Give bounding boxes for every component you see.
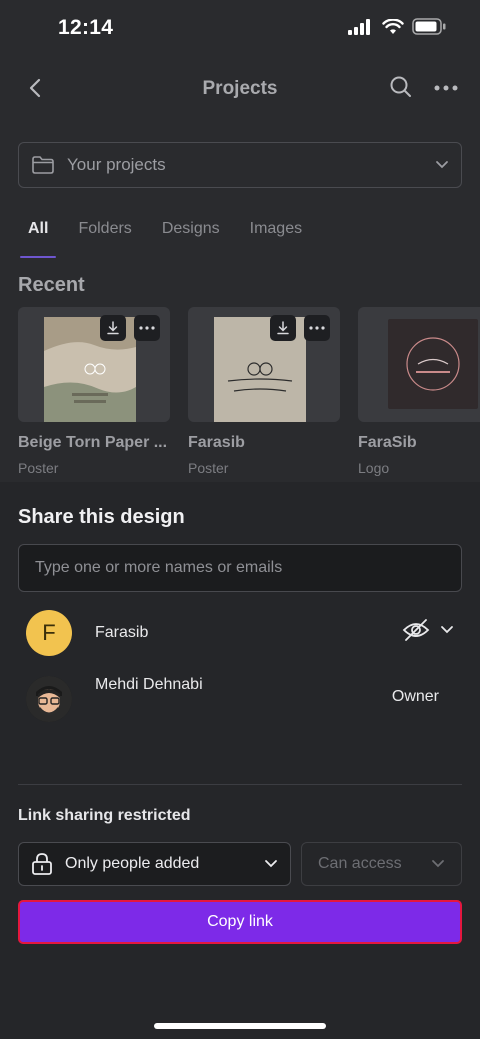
logo-thumbnail-image bbox=[388, 319, 478, 409]
share-email-input[interactable] bbox=[18, 544, 462, 592]
tab-images[interactable]: Images bbox=[240, 210, 312, 256]
recent-heading: Recent bbox=[18, 274, 85, 296]
status-bar: 12:14 bbox=[0, 0, 480, 58]
more-options-icon bbox=[139, 326, 155, 330]
access-level-select[interactable]: Can access bbox=[301, 842, 462, 886]
folder-select-label: Your projects bbox=[67, 155, 166, 174]
link-restriction-select[interactable]: Only people added bbox=[18, 842, 291, 886]
home-indicator[interactable] bbox=[154, 1023, 326, 1029]
battery-icon bbox=[412, 18, 446, 35]
design-type: Logo bbox=[358, 460, 390, 476]
share-sheet: Share this design F Farasib bbox=[0, 482, 480, 1039]
collaborator-name: Farasib bbox=[95, 624, 149, 641]
more-options-icon[interactable] bbox=[434, 78, 458, 98]
card-more-button[interactable] bbox=[304, 315, 330, 341]
share-sheet-title: Share this design bbox=[18, 506, 185, 528]
download-icon bbox=[277, 321, 289, 335]
chevron-down-icon bbox=[265, 860, 277, 868]
recent-designs-list: Beige Torn Paper ... Poster Farasib Post… bbox=[18, 307, 480, 482]
access-level-value: Can access bbox=[318, 855, 402, 872]
download-icon bbox=[107, 321, 119, 335]
chevron-down-icon bbox=[436, 161, 448, 169]
status-icons bbox=[348, 18, 446, 35]
chevron-down-icon bbox=[441, 626, 453, 634]
divider bbox=[18, 784, 462, 785]
design-name: FaraSib bbox=[358, 434, 417, 451]
design-card[interactable]: Beige Torn Paper ... Poster bbox=[18, 307, 170, 482]
lock-icon bbox=[32, 853, 52, 875]
avatar: F bbox=[26, 610, 72, 656]
tab-bar: All Folders Designs Images bbox=[18, 210, 322, 258]
link-restriction-value: Only people added bbox=[65, 855, 200, 872]
avatar bbox=[26, 676, 72, 722]
design-type: Poster bbox=[188, 460, 229, 476]
owner-label: Owner bbox=[391, 688, 439, 705]
screen: 12:14 Projects Your projects All Folders… bbox=[0, 0, 480, 1039]
search-icon[interactable] bbox=[388, 74, 414, 100]
tab-all[interactable]: All bbox=[18, 210, 58, 258]
design-thumbnail[interactable] bbox=[188, 307, 340, 422]
permission-select[interactable] bbox=[402, 618, 454, 642]
folder-icon bbox=[32, 156, 54, 174]
signal-icon bbox=[348, 18, 370, 35]
design-card[interactable]: Farasib Poster bbox=[188, 307, 340, 482]
collaborator-row: F Farasib bbox=[0, 606, 480, 662]
download-button[interactable] bbox=[270, 315, 296, 341]
more-options-icon bbox=[309, 326, 325, 330]
wifi-icon bbox=[382, 18, 404, 34]
folder-select[interactable]: Your projects bbox=[18, 142, 462, 188]
top-nav: Projects bbox=[0, 62, 480, 118]
status-time: 12:14 bbox=[58, 16, 114, 39]
projects-page: 12:14 Projects Your projects All Folders… bbox=[0, 0, 480, 482]
download-button[interactable] bbox=[100, 315, 126, 341]
design-name: Farasib bbox=[188, 434, 245, 451]
design-thumbnail[interactable] bbox=[358, 307, 480, 422]
copy-link-button[interactable]: Copy link bbox=[18, 900, 462, 944]
design-thumbnail[interactable] bbox=[18, 307, 170, 422]
design-name: Beige Torn Paper ... bbox=[18, 434, 168, 451]
card-more-button[interactable] bbox=[134, 315, 160, 341]
link-sharing-label: Link sharing restricted bbox=[18, 807, 191, 824]
design-card[interactable]: FaraSib Logo bbox=[358, 307, 480, 482]
tab-designs[interactable]: Designs bbox=[152, 210, 230, 256]
chevron-down-icon bbox=[432, 860, 444, 868]
eye-off-icon bbox=[402, 619, 430, 641]
tab-folders[interactable]: Folders bbox=[68, 210, 141, 256]
collaborator-name: Mehdi Dehnabi bbox=[95, 676, 203, 693]
design-type: Poster bbox=[18, 460, 59, 476]
collaborator-row: Mehdi Dehnabi Owner bbox=[0, 668, 480, 724]
